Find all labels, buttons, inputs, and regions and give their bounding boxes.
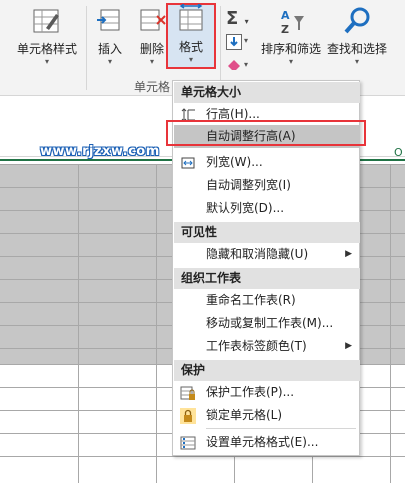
- chevron-down-icon: ▾: [354, 57, 359, 66]
- corner-mark: O: [394, 146, 403, 159]
- chevron-down-icon: ▾: [149, 57, 154, 66]
- submenu-arrow-icon: ▶: [345, 249, 352, 259]
- menu-item-label: 重命名工作表(R): [206, 293, 296, 307]
- menu-item-protect-sheet[interactable]: 保护工作表(P)...: [174, 381, 360, 404]
- sort-filter-icon: A Z: [281, 9, 304, 36]
- menu-item-label: 自动调整列宽(I): [206, 178, 291, 192]
- menu-separator: [206, 428, 356, 429]
- autosum-icon[interactable]: Σ ▾: [226, 8, 249, 29]
- menu-item-autofit-column-width[interactable]: 自动调整列宽(I): [174, 174, 360, 197]
- section-protection: 保护: [174, 360, 360, 381]
- svg-text:Z: Z: [281, 23, 289, 36]
- search-icon: [344, 7, 370, 34]
- gridline: [390, 164, 391, 483]
- cell-styles-button[interactable]: 单元格样式 ▾: [14, 6, 80, 66]
- sort-filter-label: 排序和筛选: [260, 42, 321, 56]
- menu-item-hide-unhide[interactable]: 隐藏和取消隐藏(U) ▶: [174, 243, 360, 266]
- autofit-row-height-highlight: [166, 120, 366, 146]
- menu-item-column-width[interactable]: 列宽(W)...: [174, 151, 360, 174]
- submenu-arrow-icon: ▶: [345, 341, 352, 351]
- menu-item-format-cells[interactable]: 设置单元格格式(E)...: [174, 431, 360, 454]
- format-cells-icon: [179, 4, 203, 31]
- menu-item-rename-sheet[interactable]: 重命名工作表(R): [174, 289, 360, 312]
- chevron-down-icon: ▾: [188, 55, 193, 64]
- clear-icon[interactable]: [226, 58, 242, 73]
- format-label: 格式: [178, 40, 203, 54]
- menu-item-label: 默认列宽(D)...: [206, 201, 285, 215]
- cell-styles-icon: [33, 9, 59, 33]
- menu-item-default-width[interactable]: 默认列宽(D)...: [174, 197, 360, 220]
- gridline: [78, 164, 79, 483]
- svg-text:A: A: [281, 9, 290, 22]
- sort-filter-button[interactable]: A Z 排序和筛选 ▾: [258, 6, 324, 66]
- delete-label: 删除: [139, 42, 164, 56]
- delete-button[interactable]: 删除 ▾: [134, 6, 170, 66]
- section-visibility: 可见性: [174, 222, 360, 243]
- format-button[interactable]: 格式 ▾: [170, 4, 212, 64]
- menu-item-label: 隐藏和取消隐藏(U): [206, 247, 309, 261]
- chevron-down-icon: ▾: [107, 57, 112, 66]
- watermark: www.rjzxw.com: [40, 144, 160, 159]
- section-organize-sheets: 组织工作表: [174, 268, 360, 289]
- menu-item-label: 工作表标签颜色(T): [206, 339, 307, 353]
- find-select-button[interactable]: 查找和选择 ▾: [326, 6, 388, 66]
- menu-item-label: 移动或复制工作表(M)...: [206, 316, 334, 330]
- group-separator: [86, 6, 87, 90]
- chevron-down-icon: ▾: [244, 60, 249, 69]
- chevron-down-icon: ▾: [244, 36, 249, 45]
- format-cells-icon: [180, 436, 196, 450]
- chevron-down-icon: ▾: [288, 57, 293, 66]
- column-width-icon: [181, 157, 195, 169]
- section-cell-size: 单元格大小: [174, 82, 360, 103]
- menu-item-label: 锁定单元格(L): [206, 408, 283, 422]
- chevron-down-icon: ▾: [44, 57, 49, 66]
- lock-icon: [180, 408, 196, 424]
- cell-styles-label: 单元格样式: [16, 42, 77, 56]
- menu-item-label: 列宽(W)...: [206, 155, 263, 169]
- gridline: [0, 456, 405, 457]
- menu-item-label: 保护工作表(P)...: [206, 385, 295, 399]
- group-separator: [220, 6, 221, 90]
- gridline: [156, 164, 157, 483]
- menu-item-move-copy-sheet[interactable]: 移动或复制工作表(M)...: [174, 312, 360, 335]
- delete-cells-icon: [140, 9, 166, 31]
- fill-icon[interactable]: [226, 34, 242, 50]
- find-select-label: 查找和选择: [326, 42, 387, 56]
- insert-label: 插入: [97, 42, 122, 56]
- menu-item-lock-cell[interactable]: 锁定单元格(L): [174, 404, 360, 427]
- insert-cells-icon: [97, 9, 120, 31]
- menu-item-tab-color[interactable]: 工作表标签颜色(T) ▶: [174, 335, 360, 358]
- insert-button[interactable]: 插入 ▾: [92, 6, 128, 66]
- cells-group-label: 单元格: [134, 80, 171, 94]
- menu-item-label: 设置单元格格式(E)...: [206, 435, 319, 449]
- protect-sheet-icon: [180, 386, 195, 400]
- menu-item-label: 行高(H)...: [206, 107, 260, 121]
